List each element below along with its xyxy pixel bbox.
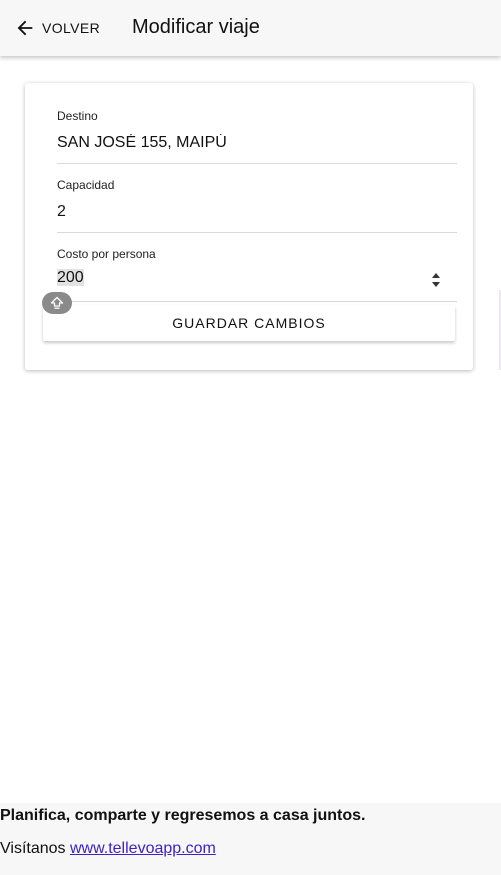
stepper-down-icon[interactable] <box>432 282 440 287</box>
destination-input[interactable] <box>57 131 457 155</box>
capacity-input[interactable] <box>57 200 457 224</box>
cost-field: Costo por persona 200 <box>57 247 457 302</box>
destination-field: Destino <box>57 109 457 164</box>
footer-visit: Visítanos www.tellevoapp.com <box>0 840 216 858</box>
stepper-up-icon[interactable] <box>432 273 440 278</box>
back-label: VOLVER <box>42 20 101 36</box>
back-button[interactable]: VOLVER <box>14 16 100 40</box>
app-header: VOLVER Modificar viaje <box>0 0 501 56</box>
capacity-field: Capacidad <box>57 178 457 233</box>
cost-label: Costo por persona <box>57 247 156 261</box>
app-footer: Planifica, comparte y regresemos a casa … <box>0 803 501 875</box>
page-title: Modificar viaje <box>132 16 260 38</box>
destination-label: Destino <box>57 109 98 123</box>
cost-value: 200 <box>57 269 84 286</box>
capacity-label: Capacidad <box>57 178 115 192</box>
arrow-left-icon <box>17 20 33 36</box>
visit-prefix: Visítanos <box>0 840 66 857</box>
number-stepper[interactable] <box>431 273 441 287</box>
footer-tagline: Planifica, comparte y regresemos a casa … <box>0 807 366 824</box>
save-changes-button[interactable]: GUARDAR CAMBIOS <box>43 305 455 341</box>
edit-trip-card: Destino Capacidad Costo por persona 200 … <box>25 83 473 370</box>
cost-input[interactable]: 200 <box>57 269 457 293</box>
shift-key-icon <box>42 292 72 314</box>
website-link[interactable]: www.tellevoapp.com <box>70 840 216 857</box>
